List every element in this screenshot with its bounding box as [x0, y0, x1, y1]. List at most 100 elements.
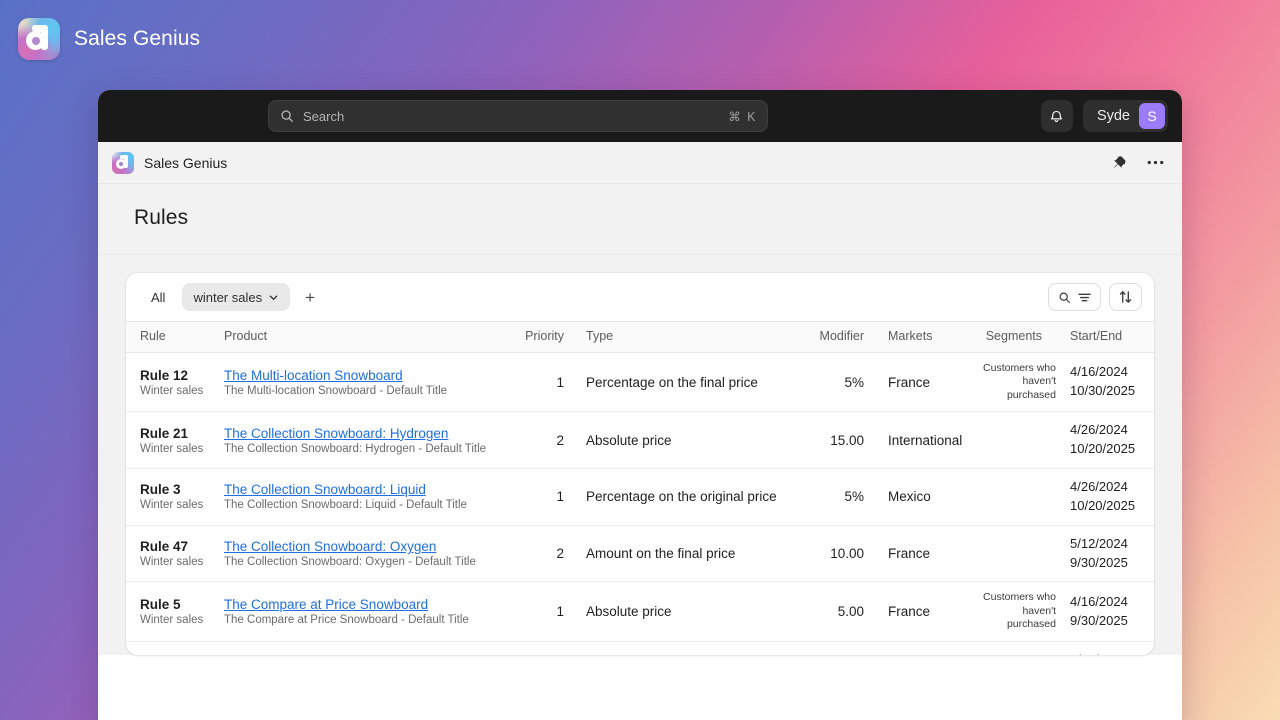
cell-priority: 1: [524, 582, 578, 641]
notifications-button[interactable]: [1041, 100, 1073, 132]
header-actions: [1112, 155, 1164, 170]
cell-priority: 1: [524, 353, 578, 412]
column-header-rule[interactable]: Rule: [126, 322, 224, 353]
more-horizontal-icon[interactable]: [1147, 160, 1164, 165]
cell-startend: 4/26/202410/20/2025: [1056, 469, 1154, 526]
start-date: 4/26/2024: [1070, 478, 1154, 497]
table-row[interactable]: Rule 3Winter salesThe Collection Snowboa…: [126, 469, 1154, 526]
cell-product: Gift CardGift Card - $10: [224, 641, 524, 655]
app-name: Sales Genius: [144, 155, 227, 171]
cell-markets: International: [878, 412, 974, 469]
start-date: 4/16/2024: [1070, 363, 1154, 382]
sales-genius-logo-icon: [18, 18, 60, 60]
rule-group: Winter sales: [140, 614, 224, 626]
app-window: Search ⌘ K Syde S: [98, 90, 1182, 720]
pin-icon[interactable]: [1112, 155, 1127, 170]
cell-segments: Customers who haven't purchased: [974, 582, 1056, 641]
product-variant: The Collection Snowboard: Liquid - Defau…: [224, 499, 524, 511]
cell-modifier: 15.00: [800, 412, 878, 469]
cell-segments: [974, 525, 1056, 582]
cell-markets: France: [878, 641, 974, 655]
chevron-down-icon: [268, 292, 279, 303]
rule-name: Rule 5: [140, 597, 224, 612]
add-view-label: +: [305, 289, 315, 306]
end-date: 10/20/2025: [1070, 497, 1154, 516]
end-date: 10/30/2025: [1070, 382, 1154, 401]
rule-name: Rule 3: [140, 482, 224, 497]
rule-name: Rule 12: [140, 368, 224, 383]
cell-rule: Rule 12 Winter sales: [126, 353, 224, 412]
tab-winter-sales-label: winter sales: [193, 290, 262, 305]
cell-modifier: 5%: [800, 353, 878, 412]
sales-genius-mini-logo-icon: [112, 152, 134, 174]
cell-type: Absolute price: [578, 412, 800, 469]
cell-segments: [974, 412, 1056, 469]
rules-card: All winter sales +: [126, 273, 1154, 655]
rule-group: Winter sales: [140, 443, 224, 455]
brand-title: Sales Genius: [74, 27, 200, 51]
view-tab-bar: All winter sales +: [126, 273, 1154, 321]
page-title: Rules: [134, 206, 1182, 230]
global-topbar: Search ⌘ K Syde S: [98, 90, 1182, 142]
cell-startend: 4/16/202410/30/2025: [1056, 353, 1154, 412]
avatar: S: [1139, 103, 1165, 129]
tab-winter-sales[interactable]: winter sales: [182, 283, 290, 311]
tab-all[interactable]: All: [140, 283, 176, 311]
table-row[interactable]: Rule 47Winter salesThe Collection Snowbo…: [126, 525, 1154, 582]
cell-rule: Rule 47Winter sales: [126, 525, 224, 582]
embedded-app-header: Sales Genius: [98, 142, 1182, 184]
product-link[interactable]: The Compare at Price Snowboard: [224, 597, 524, 612]
column-header-startend[interactable]: Start/End: [1056, 322, 1154, 353]
add-view-button[interactable]: +: [296, 283, 324, 311]
search-icon: [280, 109, 294, 123]
start-date: 4/26/2024: [1070, 421, 1154, 440]
product-link[interactable]: The Collection Snowboard: Hydrogen: [224, 426, 524, 441]
product-variant: The Collection Snowboard: Oxygen - Defau…: [224, 556, 524, 568]
table-row[interactable]: Rule 8Winter salesGift CardGift Card - $…: [126, 641, 1154, 655]
cell-priority: 2: [524, 641, 578, 655]
brand-strip: Sales Genius: [18, 18, 200, 60]
product-link[interactable]: The Collection Snowboard: Liquid: [224, 482, 524, 497]
cell-segments: Customers who haven't purchased: [974, 353, 1056, 412]
column-header-markets[interactable]: Markets: [878, 322, 974, 353]
app-identity: Sales Genius: [112, 152, 227, 174]
cell-type: Percentage on the final price: [578, 353, 800, 412]
filter-icon: [1078, 292, 1091, 303]
column-header-modifier[interactable]: Modifier: [800, 322, 878, 353]
cell-segments: [974, 641, 1056, 655]
column-header-segments[interactable]: Segments: [974, 322, 1056, 353]
table-row[interactable]: Rule 21Winter salesThe Collection Snowbo…: [126, 412, 1154, 469]
page-title-band: Rules: [98, 184, 1182, 255]
user-menu-button[interactable]: Syde S: [1083, 100, 1168, 132]
product-link[interactable]: The Collection Snowboard: Oxygen: [224, 539, 524, 554]
rules-table: Rule Product Priority Type Modifier Mark…: [126, 321, 1154, 655]
cell-startend: 5/12/20249/30/2025: [1056, 525, 1154, 582]
search-shortcut-hint: ⌘ K: [728, 109, 757, 124]
search-input[interactable]: Search ⌘ K: [268, 100, 768, 132]
start-date: 5/12/2024: [1070, 535, 1154, 554]
segment-label: Customers who haven't purchased: [974, 591, 1056, 631]
table-row[interactable]: Rule 12 Winter salesThe Multi-location Sn…: [126, 353, 1154, 412]
search-filter-button[interactable]: [1048, 283, 1101, 311]
table-body: Rule 12Winter salesThe Multi-location Sn…: [126, 353, 1154, 656]
cell-markets: France: [878, 525, 974, 582]
product-link[interactable]: The Multi-location Snowboard: [224, 368, 524, 383]
start-date: 4/16/2024: [1070, 593, 1154, 612]
table-row[interactable]: Rule 5 Winter salesThe Compare at Price S…: [126, 582, 1154, 641]
sort-arrows-icon: [1119, 290, 1132, 304]
sort-button[interactable]: [1109, 283, 1142, 311]
table-header-row: Rule Product Priority Type Modifier Mark…: [126, 322, 1154, 353]
cell-markets: France: [878, 582, 974, 641]
tab-all-label: All: [151, 290, 165, 305]
column-header-priority[interactable]: Priority: [524, 322, 578, 353]
cell-product: The Compare at Price SnowboardThe Compar…: [224, 582, 524, 641]
cell-rule: Rule 3Winter sales: [126, 469, 224, 526]
start-date: 4/16/2024: [1070, 651, 1154, 655]
product-variant: The Collection Snowboard: Hydrogen - Def…: [224, 443, 524, 455]
cell-type: Absolute price: [578, 582, 800, 641]
user-name: Syde: [1097, 108, 1130, 124]
desktop-background: Sales Genius Search ⌘ K: [0, 0, 1280, 720]
column-header-type[interactable]: Type: [578, 322, 800, 353]
rule-group: Winter sales: [140, 385, 224, 397]
column-header-product[interactable]: Product: [224, 322, 524, 353]
